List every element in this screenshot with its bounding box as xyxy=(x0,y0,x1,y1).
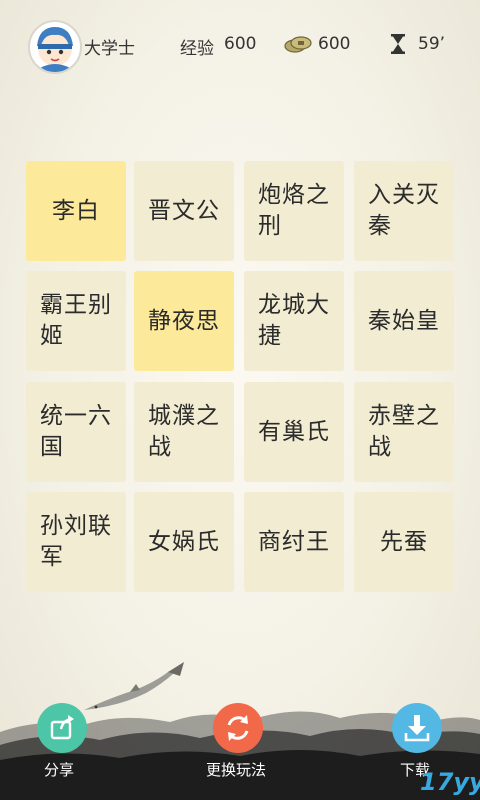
scholar-avatar-icon[interactable] xyxy=(28,20,82,74)
tile[interactable]: 龙城大捷 xyxy=(244,271,344,371)
tile[interactable]: 秦始皇 xyxy=(354,271,454,371)
refresh-icon xyxy=(227,715,249,741)
tile[interactable]: 城濮之战 xyxy=(134,382,234,482)
word-grid: 李白 晋文公 炮烙之刑 入关灭秦 霸王别姬 静夜思 龙城大捷 秦始皇 统一六国 … xyxy=(26,161,456,593)
exp-value: 600 xyxy=(224,34,257,54)
coins-value: 600 xyxy=(318,34,351,54)
player-title: 大学士 xyxy=(84,39,135,59)
tile[interactable]: 李白 xyxy=(26,161,126,261)
exp-label: 经验 xyxy=(180,39,214,59)
tile[interactable]: 先蚕 xyxy=(354,492,454,592)
tile[interactable]: 炮烙之刑 xyxy=(244,161,344,261)
switch-mode-label: 更换玩法 xyxy=(206,761,267,779)
tile[interactable]: 静夜思 xyxy=(134,271,234,371)
brand-logo: 17yy xyxy=(420,768,480,796)
tile[interactable]: 商纣王 xyxy=(244,492,344,592)
tile[interactable]: 女娲氏 xyxy=(134,492,234,592)
tile[interactable]: 有巢氏 xyxy=(244,382,344,482)
download-icon xyxy=(404,715,430,742)
tile[interactable]: 入关灭秦 xyxy=(354,161,454,261)
switch-mode-button[interactable] xyxy=(213,703,263,753)
tile[interactable]: 赤壁之战 xyxy=(354,382,454,482)
tile[interactable]: 晋文公 xyxy=(134,161,234,261)
share-label: 分享 xyxy=(44,761,75,779)
tile[interactable]: 霸王别姬 xyxy=(26,271,126,371)
tile[interactable]: 孙刘联军 xyxy=(26,492,126,592)
download-button[interactable] xyxy=(392,703,442,753)
coin-icon xyxy=(284,34,312,58)
share-icon xyxy=(50,715,74,740)
tile[interactable]: 统一六国 xyxy=(26,382,126,482)
timer-value: 59’ xyxy=(418,34,446,54)
hourglass-icon xyxy=(390,33,406,59)
share-button[interactable] xyxy=(37,703,87,753)
header-bar: 大学士 经验 600 600 59’ xyxy=(0,0,480,92)
